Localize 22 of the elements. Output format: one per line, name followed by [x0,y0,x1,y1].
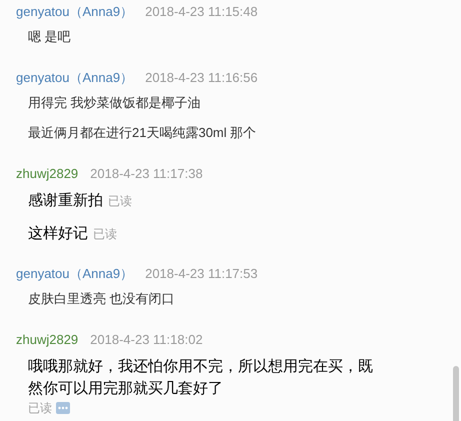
sender-name: genyatou（Anna9） [16,265,134,284]
message-text: 嗯 是吧 [28,28,71,46]
read-receipt: 已读 [28,400,52,417]
message-time: 2018-4-23 11:15:48 [145,3,258,22]
message-text: 感谢重新拍 [28,191,103,211]
scrollbar-thumb[interactable] [453,366,459,421]
read-receipt: 已读 [108,193,132,210]
message-text: 最近俩月都在进行21天喝纯露30ml 那个 [28,124,256,142]
sender-name: genyatou（Anna9） [16,69,134,88]
message-text: 这样好记 [28,224,88,244]
sender-name: zhuwj2829 [16,331,78,350]
read-receipt: 已读 [93,226,117,243]
sender-name: genyatou（Anna9） [16,3,134,22]
sender-name: zhuwj2829 [16,165,78,184]
message-time: 2018-4-23 11:17:53 [145,265,258,284]
message-time: 2018-4-23 11:17:38 [90,165,203,184]
message-time: 2018-4-23 11:18:02 [90,331,203,350]
more-icon[interactable] [56,402,70,414]
message-text: 皮肤白里透亮 也没有闭口 [28,290,175,308]
message-text: 哦哦那就好，我还怕你用不完，所以想用完在买，既然你可以用完那就买几套好了 [28,357,374,399]
message-time: 2018-4-23 11:16:56 [145,69,258,88]
message-text: 用得完 我炒菜做饭都是椰子油 [28,94,201,112]
